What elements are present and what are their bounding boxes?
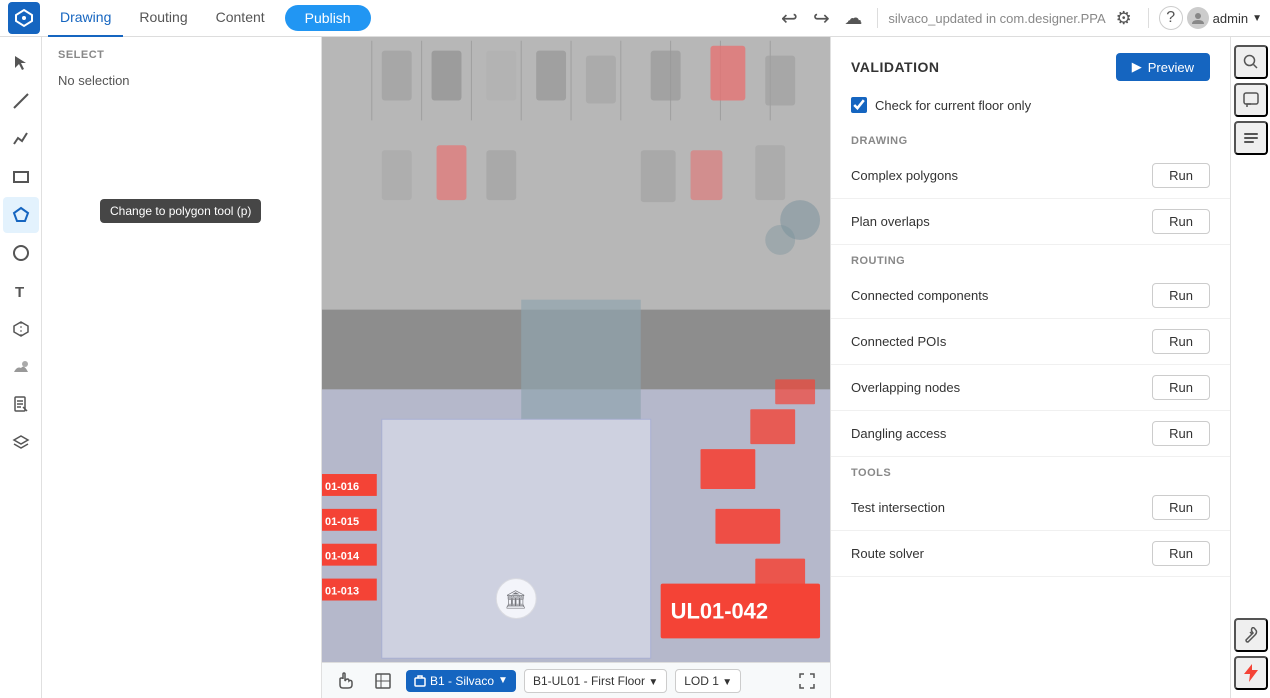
- building-name: B1 - Silvaco: [430, 674, 494, 688]
- filename-context: in com.designer.PPA: [982, 11, 1105, 26]
- tab-drawing[interactable]: Drawing: [48, 0, 123, 37]
- validation-header: VALIDATION ▶ Preview: [831, 37, 1230, 89]
- run-overlapping-nodes[interactable]: Run: [1152, 375, 1210, 400]
- tab-content[interactable]: Content: [204, 0, 277, 37]
- lod-label: LOD 1: [684, 674, 719, 688]
- left-panel: SELECT No selection Change to polygon to…: [42, 37, 322, 698]
- filename: silvaco_updated in com.designer.PPA: [888, 11, 1105, 26]
- tool-polygon[interactable]: [3, 197, 39, 233]
- tab-routing[interactable]: Routing: [127, 0, 199, 37]
- hand-tool-button[interactable]: [330, 666, 360, 696]
- bolt-icon-button[interactable]: [1234, 656, 1268, 690]
- tool-text[interactable]: T: [3, 273, 39, 309]
- list-icon-button[interactable]: [1234, 121, 1268, 155]
- svg-text:UL01-042: UL01-042: [671, 598, 768, 623]
- preview-button[interactable]: ▶ Preview: [1116, 53, 1210, 81]
- undo-button[interactable]: ↩: [775, 4, 803, 32]
- left-toolbar: T: [0, 37, 42, 698]
- publish-button[interactable]: Publish: [285, 5, 371, 31]
- validation-row-plan-overlaps: Plan overlaps Run: [831, 199, 1230, 245]
- run-connected-pois[interactable]: Run: [1152, 329, 1210, 354]
- dangling-access-label: Dangling access: [851, 426, 946, 441]
- user-menu[interactable]: admin ▼: [1187, 7, 1262, 29]
- validation-row-overlapping-nodes: Overlapping nodes Run: [831, 365, 1230, 411]
- user-chevron: ▼: [1252, 13, 1262, 24]
- app-logo: [8, 2, 40, 34]
- building-selector[interactable]: B1 - Silvaco ▼: [406, 670, 516, 692]
- select-section-label: SELECT: [42, 37, 321, 69]
- floor-selector[interactable]: B1-UL01 - First Floor ▼: [524, 669, 667, 693]
- check-floor-label: Check for current floor only: [875, 98, 1031, 113]
- svg-text:01-016: 01-016: [325, 481, 359, 493]
- validation-row-route-solver: Route solver Run: [831, 531, 1230, 577]
- tool-line[interactable]: [3, 83, 39, 119]
- svg-text:01-015: 01-015: [325, 516, 359, 528]
- chat-icon-button[interactable]: [1234, 83, 1268, 117]
- no-selection-text: No selection: [42, 69, 321, 92]
- run-plan-overlaps[interactable]: Run: [1152, 209, 1210, 234]
- validation-row-connected-pois: Connected POIs Run: [831, 319, 1230, 365]
- test-intersection-label: Test intersection: [851, 500, 945, 515]
- run-test-intersection[interactable]: Run: [1152, 495, 1210, 520]
- tool-trend[interactable]: [3, 121, 39, 157]
- polygon-tool-tooltip: Change to polygon tool (p): [100, 199, 261, 223]
- overlapping-nodes-label: Overlapping nodes: [851, 380, 960, 395]
- right-panel: VALIDATION ▶ Preview Check for current f…: [830, 37, 1230, 698]
- plan-overlaps-label: Plan overlaps: [851, 214, 930, 229]
- help-button[interactable]: ?: [1159, 6, 1183, 30]
- validation-row-dangling-access: Dangling access Run: [831, 411, 1230, 457]
- redo-button[interactable]: ↪: [807, 4, 835, 32]
- topbar: Drawing Routing Content Publish ↩ ↪ ☁ si…: [0, 0, 1270, 37]
- validation-row-test-intersection: Test intersection Run: [831, 485, 1230, 531]
- svg-text:01-013: 01-013: [325, 586, 359, 598]
- check-floor-row: Check for current floor only: [831, 89, 1230, 125]
- check-floor-checkbox[interactable]: [851, 97, 867, 113]
- run-complex-polygons[interactable]: Run: [1152, 163, 1210, 188]
- cloud-button[interactable]: ☁: [839, 4, 867, 32]
- user-avatar: [1187, 7, 1209, 29]
- tool-circle[interactable]: [3, 235, 39, 271]
- main-layout: T SELECT No selection Change to polygon …: [0, 37, 1270, 698]
- section-drawing-title: DRAWING: [831, 125, 1230, 153]
- tool-layers[interactable]: [3, 425, 39, 461]
- tool-3d-box[interactable]: [3, 311, 39, 347]
- right-sidebar: [1230, 37, 1270, 698]
- map-canvas[interactable]: UL01-042 01-016 01-015 01-014 01-013 🏛: [322, 37, 830, 662]
- tool-rect[interactable]: [3, 159, 39, 195]
- validation-row-complex-polygons: Complex polygons Run: [831, 153, 1230, 199]
- preview-label: Preview: [1148, 60, 1194, 75]
- floor-name: B1-UL01 - First Floor: [533, 674, 645, 688]
- svg-text:01-014: 01-014: [325, 551, 360, 563]
- svg-text:T: T: [15, 284, 24, 300]
- section-routing-title: ROUTING: [831, 245, 1230, 273]
- tool-select[interactable]: [3, 45, 39, 81]
- tool-landscape[interactable]: [3, 349, 39, 385]
- section-tools-title: TOOLS: [831, 457, 1230, 485]
- run-connected-components[interactable]: Run: [1152, 283, 1210, 308]
- user-name: admin: [1213, 11, 1248, 26]
- filename-text: silvaco_updated: [888, 11, 982, 26]
- validation-title: VALIDATION: [851, 59, 939, 75]
- complex-polygons-label: Complex polygons: [851, 168, 958, 183]
- connected-components-label: Connected components: [851, 288, 988, 303]
- settings-button[interactable]: ⚙: [1110, 4, 1138, 32]
- run-dangling-access[interactable]: Run: [1152, 421, 1210, 446]
- wrench-icon-button[interactable]: [1234, 618, 1268, 652]
- map-area[interactable]: UL01-042 01-016 01-015 01-014 01-013 🏛: [322, 37, 830, 698]
- route-solver-label: Route solver: [851, 546, 924, 561]
- map-icon-button[interactable]: [368, 666, 398, 696]
- tool-document[interactable]: [3, 387, 39, 423]
- fullscreen-button[interactable]: [792, 666, 822, 696]
- search-icon-button[interactable]: [1234, 45, 1268, 79]
- connected-pois-label: Connected POIs: [851, 334, 946, 349]
- validation-row-connected-components: Connected components Run: [831, 273, 1230, 319]
- lod-selector[interactable]: LOD 1 ▼: [675, 669, 741, 693]
- preview-play-icon: ▶: [1132, 59, 1142, 75]
- floor-bar: B1 - Silvaco ▼ B1-UL01 - First Floor ▼ L…: [322, 662, 830, 698]
- run-route-solver[interactable]: Run: [1152, 541, 1210, 566]
